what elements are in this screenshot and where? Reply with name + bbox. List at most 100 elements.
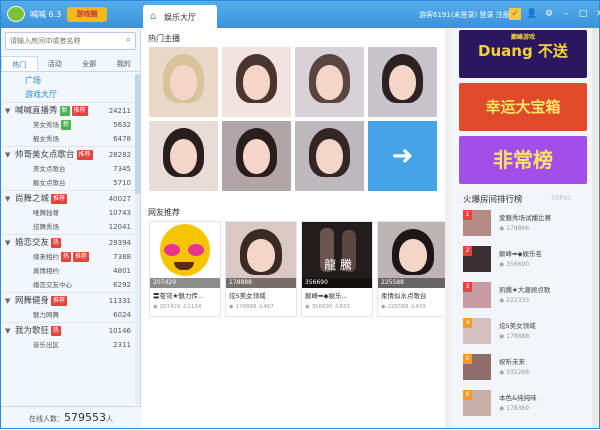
- sub-room[interactable]: 美女点歌台 7345: [1, 162, 135, 176]
- app-name: 喊喊 6.3: [30, 10, 62, 19]
- sub-room-count: 4801: [113, 267, 131, 275]
- group-name: 喊喊直播秀新推荐: [15, 103, 88, 119]
- right-scrollbar[interactable]: [592, 28, 598, 428]
- anchor-photo-6[interactable]: [222, 121, 291, 191]
- room-group[interactable]: ▼ 尚舞之城 推荐 40027: [1, 190, 135, 206]
- rank-item-1[interactable]: 1 爱魅秀场试播比赛 ◉ 178866: [463, 210, 593, 240]
- anchor-photo-3[interactable]: [295, 47, 364, 117]
- collapse-arrow-icon[interactable]: ▼: [5, 323, 10, 339]
- category-item[interactable]: 游戏大厅: [1, 88, 135, 102]
- tab-mine[interactable]: 我的: [107, 56, 142, 71]
- sub-room-count: 5710: [113, 179, 131, 187]
- card-meta: ◉ 356690 ♙833: [305, 304, 350, 310]
- rank-viewers: ◉ 178369: [499, 405, 530, 412]
- rank-item-2[interactable]: 2 颠峰➡◆娱乐名 ◉ 356690: [463, 246, 593, 276]
- anchor-photo-5[interactable]: [149, 121, 218, 191]
- room-group[interactable]: ▼ 网舞健身 推荐 11331: [1, 292, 135, 308]
- collapse-arrow-icon[interactable]: ▼: [5, 147, 10, 163]
- tab-label: 娱乐大厅: [164, 13, 196, 22]
- viewers-icon: ◉: [381, 304, 386, 310]
- sub-room[interactable]: 缘来相约热推荐 7388: [1, 250, 135, 264]
- maximize-icon[interactable]: □: [577, 8, 589, 20]
- sub-room[interactable]: 靓女点歌台 5710: [1, 176, 135, 190]
- collapse-arrow-icon[interactable]: ▼: [5, 293, 10, 309]
- tab-activity[interactable]: 活动: [38, 56, 73, 71]
- register-link[interactable]: 注册: [496, 11, 510, 19]
- sub-room-name: 美女秀场新: [33, 118, 72, 132]
- group-name-text: 喊喊直播秀: [15, 106, 58, 116]
- rank-viewers: ◉ 356690: [499, 261, 530, 268]
- close-icon[interactable]: ✕: [594, 8, 600, 20]
- collapse-arrow-icon[interactable]: ▼: [5, 235, 10, 251]
- group-name-text: 网舞健身: [15, 296, 50, 306]
- sub-room-count: 12041: [108, 223, 131, 231]
- search-icon[interactable]: ⌕: [126, 35, 131, 45]
- sub-room[interactable]: 音乐出区 2311: [1, 338, 135, 352]
- hot-list-banner[interactable]: 非常榜: [459, 136, 587, 184]
- friend-recommend-title: 网友推荐: [148, 208, 180, 217]
- badge: 热: [51, 326, 62, 336]
- sub-room-name-text: 真情相约: [33, 267, 59, 275]
- sub-room-name-text: 魅力网舞: [33, 311, 59, 319]
- sign-in-icon[interactable]: ✓: [509, 8, 521, 20]
- sub-room[interactable]: 炫舞秀场 12041: [1, 220, 135, 234]
- minimize-icon[interactable]: –: [560, 8, 572, 20]
- game-circle-promo-button[interactable]: 游戏圈: [67, 7, 107, 22]
- anchor-photo-4[interactable]: [368, 47, 437, 117]
- sub-room-name-text: 靓女秀场: [33, 135, 59, 143]
- settings-icon[interactable]: ⚙: [543, 8, 555, 20]
- sub-room-name: 真情相约: [33, 264, 59, 278]
- lucky-treasure-banner[interactable]: 幸运大宝箱: [459, 83, 587, 131]
- sub-room[interactable]: 魅力网舞 6024: [1, 308, 135, 322]
- recommend-card-3[interactable]: 龍 騰 356690 颠峰➡◆娱乐... ◉ 356690 ♙833: [301, 221, 373, 317]
- anchor-photo-1[interactable]: [149, 47, 218, 117]
- rank-item-5[interactable]: 5 祝听未来 ◉ 332288: [463, 354, 593, 384]
- sub-room-count: 6024: [113, 311, 131, 319]
- room-group[interactable]: ▼ 我为歌狂热 10146: [1, 322, 135, 338]
- sub-room[interactable]: 美女秀场新 5632: [1, 118, 135, 132]
- rank-number: 1: [463, 210, 472, 220]
- collapse-arrow-icon[interactable]: ▼: [5, 103, 10, 119]
- login-link[interactable]: 登录: [480, 11, 494, 19]
- sub-room[interactable]: 真情相约 4801: [1, 264, 135, 278]
- room-group[interactable]: ▼ 喊喊直播秀新推荐 24211: [1, 102, 135, 118]
- rank-item-4[interactable]: 4 炫S美女领域 ◉ 178888: [463, 318, 593, 348]
- online-count-bar: 在线人数：579553人: [1, 406, 141, 428]
- online-unit: 人: [106, 415, 113, 423]
- badge: 推荐: [73, 252, 90, 262]
- hot-anchors-title: 热门主播: [148, 34, 180, 43]
- recommend-card-4[interactable]: 225588 柔情似水点歌台 ◉ 225588 ♙439: [377, 221, 449, 317]
- sub-room-count: 7388: [113, 253, 131, 261]
- anchor-photo-2[interactable]: [222, 47, 291, 117]
- recommend-card-2[interactable]: 178888 炫S美女领域 ◉ 178888 ♙467: [225, 221, 297, 317]
- tab-entertainment-hall[interactable]: ⌂ 娱乐大厅: [143, 5, 217, 28]
- collapse-arrow-icon[interactable]: ▼: [5, 191, 10, 207]
- card-title: 颠峰➡◆娱乐...: [305, 292, 348, 300]
- duang-game-banner[interactable]: 巅峰游戏 Duang 不送: [459, 30, 587, 78]
- sub-room-count: 6478: [113, 135, 131, 143]
- tab-hot[interactable]: 热门: [1, 56, 38, 71]
- user-icon[interactable]: 👤: [526, 8, 538, 20]
- sub-room-name-text: 美女点歌台: [33, 165, 66, 173]
- group-name-text: 婚恋交友: [15, 238, 50, 248]
- scroll-thumb[interactable]: [135, 74, 140, 194]
- sub-room[interactable]: 婚恋交友中心 6292: [1, 278, 135, 292]
- sub-room[interactable]: 唯舞独尊 10743: [1, 206, 135, 220]
- sidebar-scrollbar[interactable]: [135, 74, 140, 404]
- tab-all[interactable]: 全部: [72, 56, 107, 71]
- rank-item-6[interactable]: 6 本色&纯纯味 ◉ 178369: [463, 390, 593, 420]
- room-group[interactable]: ▼ 帅哥美女点歌台 推荐 28282: [1, 146, 135, 162]
- room-search-input[interactable]: [6, 33, 116, 49]
- anchor-photo-7[interactable]: [295, 121, 364, 191]
- badge: 热: [61, 252, 72, 262]
- sub-room[interactable]: 靓女秀场 6478: [1, 132, 135, 146]
- rank-item-3[interactable]: 3 凯撒★大唐顾点歌 ◉ 222333: [463, 282, 593, 312]
- rank-name: 凯撒★大唐顾点歌: [499, 286, 551, 294]
- search-box[interactable]: ⌕: [5, 32, 136, 50]
- card-meta: ◉ 207429 ♙1134: [153, 304, 202, 310]
- category-item[interactable]: 广场: [1, 74, 135, 88]
- next-page-arrow-icon[interactable]: ➜: [368, 121, 437, 191]
- rank-name: 爱魅秀场试播比赛: [499, 214, 551, 222]
- recommend-card-1[interactable]: 207429 〓苍穹★魅力传... ◉ 207429 ♙1134: [149, 221, 221, 317]
- room-group[interactable]: ▼ 婚恋交友热 29394: [1, 234, 135, 250]
